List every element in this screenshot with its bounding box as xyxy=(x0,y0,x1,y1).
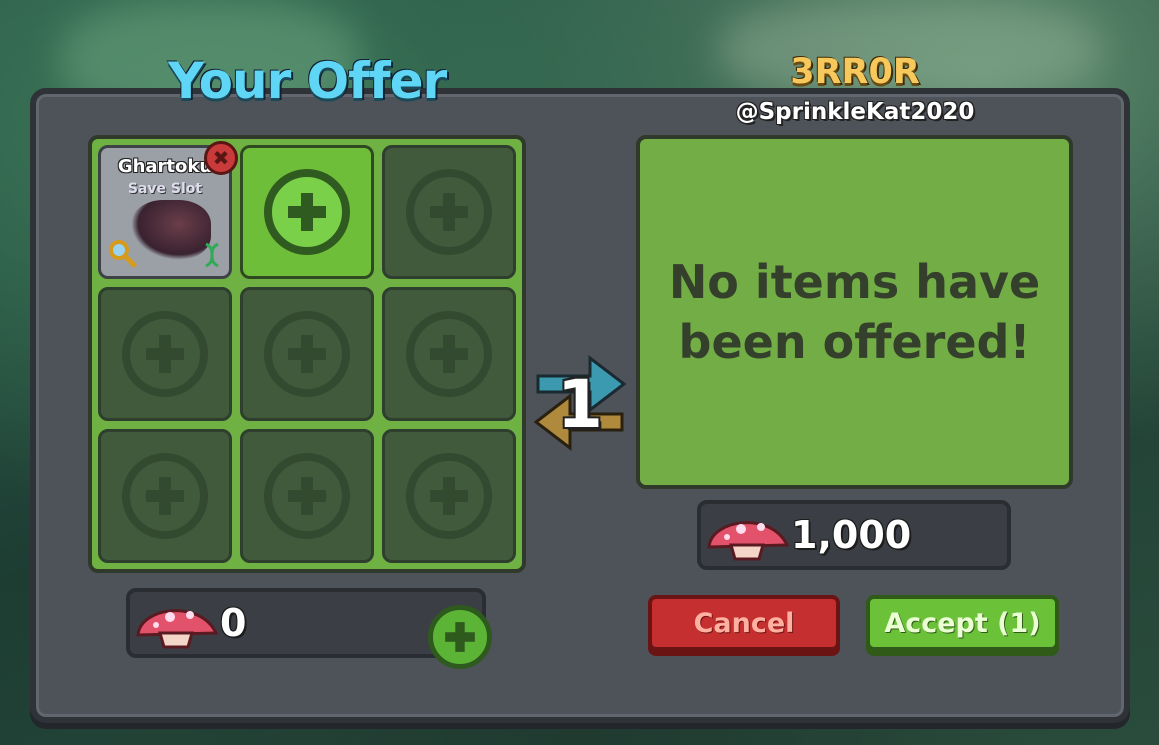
plus-icon xyxy=(406,169,492,255)
plus-icon xyxy=(264,453,350,539)
your-offer-grid: Ghartoku Save Slot xyxy=(88,135,526,573)
empty-offer-message: No items have been offered! xyxy=(668,255,1041,369)
swap-indicator: 1 xyxy=(530,352,630,452)
trade-partner-username: @SprinkleKat2020 xyxy=(735,99,975,125)
plus-icon xyxy=(406,453,492,539)
plus-icon xyxy=(264,311,350,397)
cancel-button[interactable]: Cancel xyxy=(648,595,840,651)
offer-slot-add[interactable] xyxy=(240,145,374,279)
offer-slot-empty[interactable] xyxy=(382,429,516,563)
item-subtitle: Save Slot xyxy=(127,181,203,197)
your-currency-amount: 0 xyxy=(220,601,247,645)
mushroom-currency-icon xyxy=(136,609,219,649)
offer-slot-empty[interactable] xyxy=(98,287,232,421)
close-icon: ✖ xyxy=(212,146,230,170)
plus-icon xyxy=(406,311,492,397)
swap-count: 1 xyxy=(557,366,603,443)
remove-item-button[interactable]: ✖ xyxy=(204,141,238,175)
accept-button[interactable]: Accept (1) xyxy=(866,595,1059,651)
plus-icon xyxy=(122,311,208,397)
offer-slot-empty[interactable] xyxy=(98,429,232,563)
offer-slot-empty[interactable] xyxy=(240,287,374,421)
plus-icon xyxy=(264,169,350,255)
offer-slot-empty[interactable] xyxy=(240,429,374,563)
add-currency-button[interactable] xyxy=(428,605,492,669)
plus-icon xyxy=(445,622,475,652)
mushroom-currency-icon xyxy=(707,521,790,561)
magnify-icon[interactable] xyxy=(107,238,137,268)
partner-offer-panel: No items have been offered! xyxy=(636,135,1073,489)
dna-icon xyxy=(205,242,219,268)
trade-partner-name: 3RR0R xyxy=(790,52,920,92)
plus-icon xyxy=(122,453,208,539)
offer-slot-empty[interactable] xyxy=(382,287,516,421)
creature-thumbnail xyxy=(131,200,211,260)
partner-currency-amount: 1,000 xyxy=(791,513,912,557)
partner-currency-bar: 1,000 xyxy=(697,500,1011,570)
your-offer-title: Your Offer xyxy=(168,52,447,110)
offer-slot-empty[interactable] xyxy=(382,145,516,279)
